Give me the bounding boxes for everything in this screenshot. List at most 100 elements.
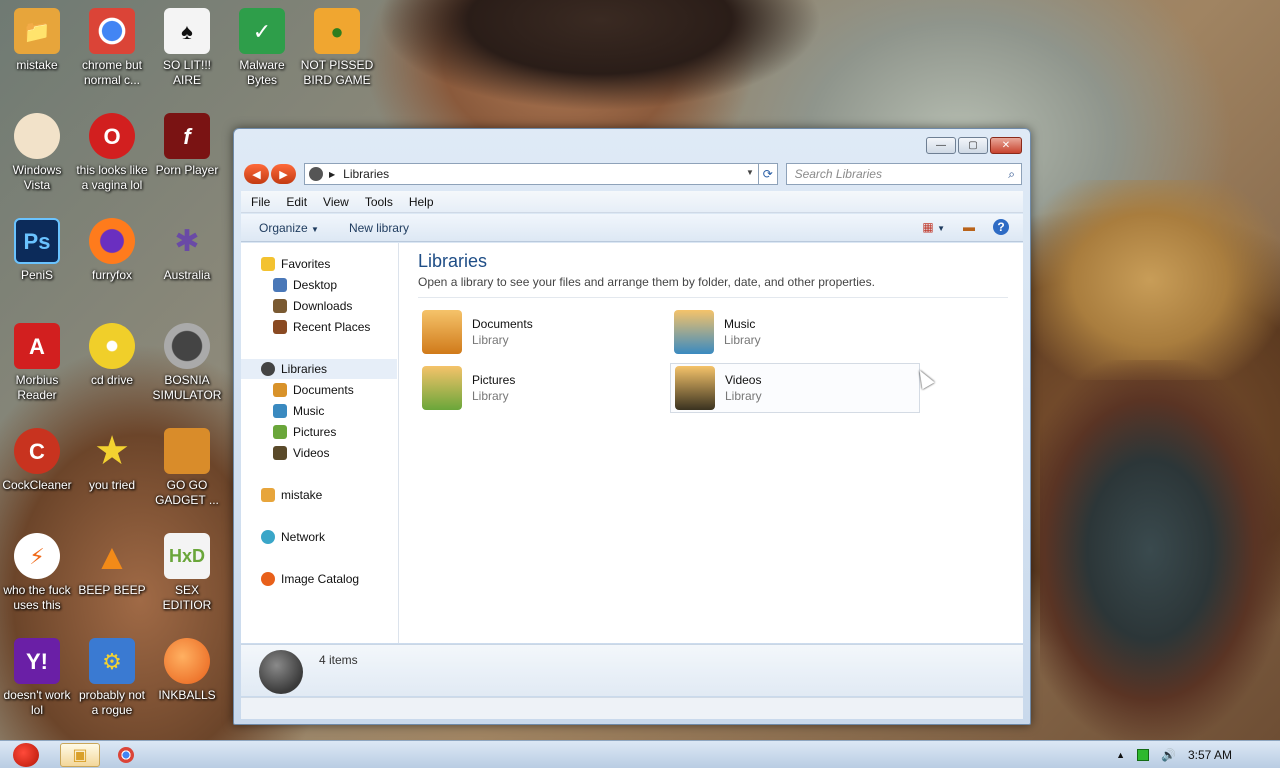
start-button[interactable] <box>4 741 48 768</box>
desktop-icon-flash[interactable]: f Porn Player <box>150 113 224 178</box>
desktop-icon-bird-game[interactable]: ● NOT PISSED BIRD GAME <box>300 8 374 88</box>
desktop-icon-pdf-reader[interactable]: A Morbius Reader <box>0 323 74 403</box>
nav-network[interactable]: Network <box>261 527 325 547</box>
desktop-icon-yahoo[interactable]: Y! doesn't work lol <box>0 638 74 718</box>
menu-file[interactable]: File <box>251 195 270 209</box>
taskbar-explorer[interactable]: ▣ <box>60 743 100 767</box>
address-bar[interactable]: ▶ Libraries ▼ <box>304 163 759 185</box>
desktop-icon-photoshop[interactable]: Ps PeniS <box>0 218 74 283</box>
cd-icon <box>89 323 135 369</box>
nav-desktop[interactable]: Desktop <box>273 275 337 295</box>
library-videos[interactable]: Videos Library <box>670 363 920 413</box>
desktop-icon-chrome[interactable]: chrome but normal c... <box>75 8 149 88</box>
window-controls: — ▢ ✕ <box>926 137 1022 154</box>
library-type: Library <box>472 389 509 403</box>
nav-documents[interactable]: Documents <box>273 380 354 400</box>
search-icon[interactable]: ⌕ <box>1008 167 1015 182</box>
close-button[interactable]: ✕ <box>990 137 1022 154</box>
library-name: Documents <box>472 317 533 331</box>
nav-homegroup-mistake[interactable]: mistake <box>261 485 322 505</box>
nav-downloads[interactable]: Downloads <box>273 296 352 316</box>
desktop-icon <box>273 278 287 292</box>
clock[interactable]: 3:57 AM <box>1188 748 1232 762</box>
desktop-icon-mistake[interactable]: 📁 mistake <box>0 8 74 73</box>
new-library-button[interactable]: New library <box>349 221 409 235</box>
preview-pane-icon: ▬ <box>963 220 975 234</box>
address-dropdown-icon[interactable]: ▼ <box>746 168 754 177</box>
view-icon: ▦ <box>922 220 934 234</box>
spider-icon: ✱ <box>174 224 200 258</box>
pdf-icon: A <box>14 323 60 369</box>
menu-view[interactable]: View <box>323 195 349 209</box>
desktop-icon-cd-drive[interactable]: cd drive <box>75 323 149 388</box>
vlc-cone-icon: ▲ <box>94 535 130 577</box>
desktop-icon-star[interactable]: ★ you tried <box>75 428 149 493</box>
nav-libraries[interactable]: Libraries <box>241 359 397 379</box>
music-icon <box>273 404 287 418</box>
maximize-button[interactable]: ▢ <box>958 137 988 154</box>
arrow-left-icon: ◀ <box>252 168 261 181</box>
view-options-button[interactable]: ▦ ▼ <box>922 220 945 234</box>
menu-help[interactable]: Help <box>409 195 434 209</box>
help-icon[interactable]: ? <box>993 219 1009 235</box>
inkball-icon <box>164 638 210 684</box>
taskbar: ▣ ▲ 🔊 3:57 AM <box>0 740 1280 768</box>
forward-button[interactable]: ▶ <box>271 164 296 184</box>
minimize-button[interactable]: — <box>926 137 956 154</box>
nav-favorites[interactable]: Favorites <box>261 254 330 274</box>
gears-monitor-icon: ⚙ <box>89 638 135 684</box>
library-music[interactable]: Music Library <box>670 307 920 357</box>
libraries-icon <box>309 167 323 181</box>
desktop-icon-australia[interactable]: ✱ Australia <box>150 218 224 283</box>
briefcase-icon <box>164 428 210 474</box>
library-pictures[interactable]: Pictures Library <box>418 363 668 413</box>
nav-recent-places[interactable]: Recent Places <box>273 317 370 337</box>
desktop-icon-gadget[interactable]: GO GO GADGET ... <box>150 428 224 508</box>
library-name: Pictures <box>472 373 516 387</box>
desktop-icon-malwarebytes[interactable]: ✓ Malware Bytes <box>225 8 299 88</box>
menu-tools[interactable]: Tools <box>365 195 393 209</box>
wallpaper-figure <box>380 0 820 130</box>
organize-button[interactable]: Organize ▼ <box>259 221 319 235</box>
desktop-icon-solitaire[interactable]: ♠ SO LIT!!! AIRE <box>150 8 224 88</box>
desktop-icon-winamp[interactable]: ⚡ who the fuck uses this <box>0 533 74 613</box>
search-input[interactable]: Search Libraries ⌕ <box>785 163 1022 185</box>
lightning-icon: ⚡ <box>14 533 60 579</box>
desktop-icon-inkball[interactable]: INKBALLS <box>150 638 224 703</box>
library-type: Library <box>472 333 509 347</box>
desktop-icon-ccleaner[interactable]: C CockCleaner <box>0 428 74 493</box>
refresh-button[interactable]: ⟳ <box>757 163 778 185</box>
star-icon <box>261 257 275 271</box>
volume-icon[interactable]: 🔊 <box>1161 748 1176 762</box>
desktop-icon-firefox[interactable]: furryfox <box>75 218 149 283</box>
preview-pane-button[interactable]: ▬ <box>963 220 975 234</box>
battery-icon[interactable] <box>1137 749 1150 761</box>
library-name: Music <box>724 317 756 331</box>
desktop-icon-vlc[interactable]: ▲ BEEP BEEP <box>75 533 149 598</box>
nav-image-catalog[interactable]: Image Catalog <box>261 569 359 589</box>
libraries-icon <box>261 362 275 376</box>
library-documents[interactable]: Documents Library <box>418 307 668 357</box>
breadcrumb-libraries[interactable]: Libraries <box>343 167 389 181</box>
breadcrumb-separator-icon[interactable]: ▶ <box>329 170 335 179</box>
desktop-icon-minesweeper[interactable]: BOSNIA SIMULATOR <box>150 323 224 403</box>
desktop-icon-opera[interactable]: Othis looks like a vagina lol <box>75 113 149 193</box>
mine-icon <box>164 323 210 369</box>
ccleaner-icon: C <box>14 428 60 474</box>
status-bar <box>241 697 1023 719</box>
chrome-icon <box>89 8 135 54</box>
menu-edit[interactable]: Edit <box>286 195 307 209</box>
videos-library-icon <box>675 366 715 410</box>
taskbar-chrome[interactable] <box>106 743 146 767</box>
nav-pictures[interactable]: Pictures <box>273 422 336 442</box>
desktop-icon-hxd[interactable]: HxD SEX EDITIOR <box>150 533 224 613</box>
desktop-icon-windows-vista[interactable]: Windows Vista <box>0 113 74 193</box>
nav-videos[interactable]: Videos <box>273 443 329 463</box>
back-button[interactable]: ◀ <box>244 164 269 184</box>
user-folder-icon: 📁 <box>14 8 60 54</box>
nav-music[interactable]: Music <box>273 401 324 421</box>
explorer-window: — ▢ ✕ ◀ ▶ ▶ Libraries ▼ ⟳ Search Librari… <box>233 128 1031 725</box>
desktop-icon-settings[interactable]: ⚙ probably not a rogue <box>75 638 149 718</box>
show-hidden-icons-icon[interactable]: ▲ <box>1116 750 1125 760</box>
wallpaper-robe <box>1040 360 1280 740</box>
